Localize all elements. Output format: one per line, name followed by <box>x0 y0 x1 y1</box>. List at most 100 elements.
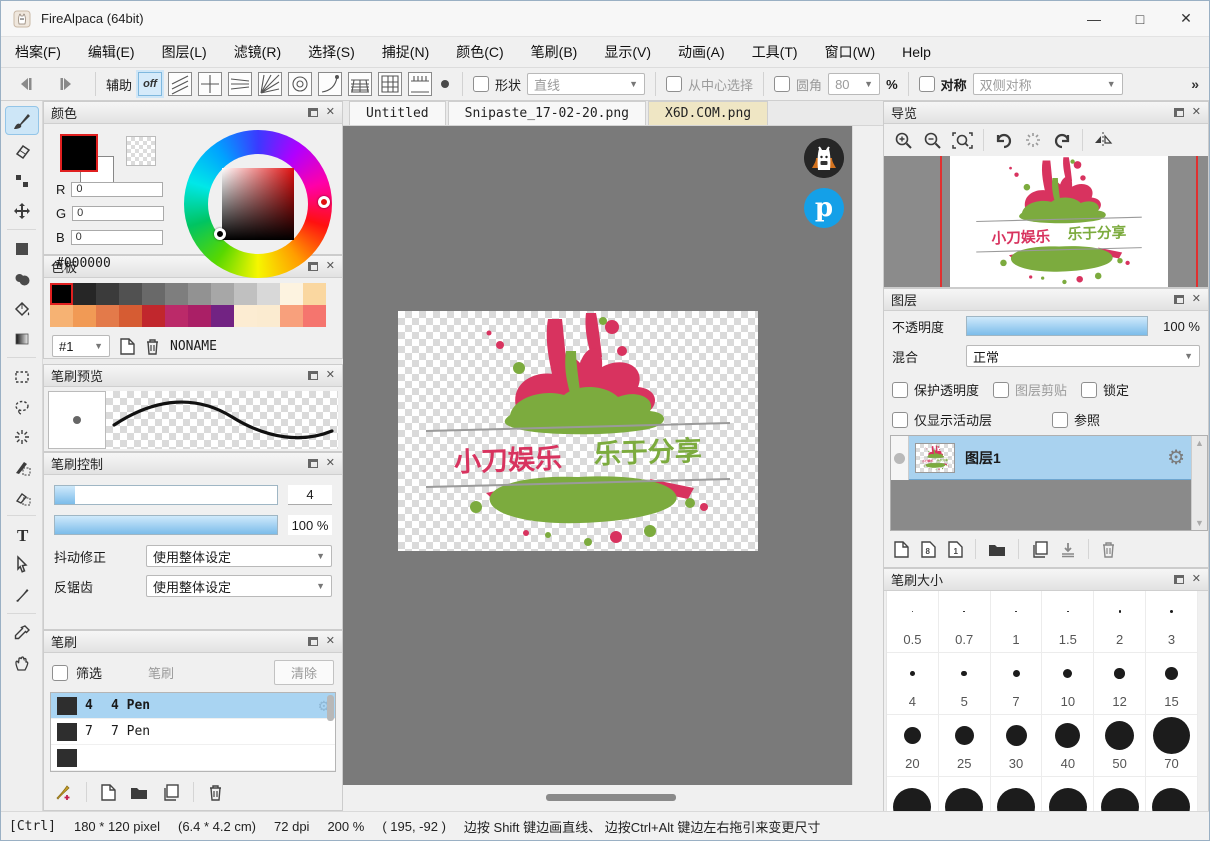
snap-vanishing-button[interactable] <box>258 72 282 96</box>
brush-row[interactable]: 77 Pen <box>51 719 335 745</box>
navigator-thumbnail[interactable] <box>884 156 1208 287</box>
canvas-viewport[interactable]: p <box>343 126 852 785</box>
delete-palette-icon[interactable] <box>145 338 160 355</box>
palette-swatch[interactable] <box>257 305 280 327</box>
rotate-right-icon[interactable] <box>1052 131 1072 149</box>
brush-list-scroll-thumb[interactable] <box>327 695 334 721</box>
from-center-checkbox[interactable] <box>666 76 682 92</box>
rotate-left-icon[interactable] <box>994 131 1014 149</box>
clipping-checkbox[interactable] <box>993 382 1009 398</box>
menu-item-10[interactable]: 工具(T) <box>752 42 798 62</box>
snap-concentric-button[interactable] <box>288 72 312 96</box>
shape-select[interactable]: 直线▼ <box>527 73 645 95</box>
palette-swatch[interactable] <box>165 305 188 327</box>
palette-swatch[interactable] <box>96 305 119 327</box>
snap-perspective-grid-button[interactable] <box>348 72 372 96</box>
canvas-image[interactable] <box>398 311 758 551</box>
brush-size-cell[interactable]: 4 <box>887 653 939 715</box>
color-wheel[interactable] <box>184 130 332 278</box>
brush-size-cell[interactable]: 15 <box>1146 653 1198 715</box>
float-panel-icon[interactable] <box>1174 108 1184 117</box>
brush-size-cell[interactable]: 5 <box>939 653 991 715</box>
layer-opacity-slider[interactable] <box>966 316 1148 336</box>
tool-bucket[interactable] <box>5 294 39 323</box>
snap-cross-button[interactable] <box>198 72 222 96</box>
palette-swatch[interactable] <box>257 283 280 305</box>
tool-eraser[interactable] <box>5 136 39 165</box>
palette-swatch[interactable] <box>303 305 326 327</box>
add-brush-icon[interactable] <box>54 783 72 801</box>
clear-filter-button[interactable]: 清除 <box>274 660 334 685</box>
tool-brush[interactable] <box>5 106 39 135</box>
tool-magic-wand[interactable] <box>5 422 39 451</box>
close-panel-icon[interactable]: ✕ <box>1192 294 1201 305</box>
flip-horizontal-icon[interactable] <box>1093 131 1113 149</box>
brush-opacity-slider[interactable] <box>54 515 278 535</box>
brush-size-cell[interactable]: 1 <box>991 591 1043 653</box>
alpaca-badge-icon[interactable] <box>804 138 844 178</box>
palette-swatch[interactable] <box>50 283 73 305</box>
snap-curve-button[interactable] <box>318 72 342 96</box>
add-8bit-layer-icon[interactable]: 8 <box>921 541 936 558</box>
palette-swatch[interactable] <box>188 283 211 305</box>
brush-size-cell[interactable]: 7 <box>991 653 1043 715</box>
tool-operation[interactable] <box>5 550 39 579</box>
brush-size-cell[interactable]: 12 <box>1094 653 1146 715</box>
palette-swatch[interactable] <box>73 305 96 327</box>
tool-select-rect[interactable] <box>5 362 39 391</box>
brush-size-cell[interactable]: 3 <box>1146 591 1198 653</box>
palette-swatch[interactable] <box>142 305 165 327</box>
round-corner-value[interactable]: 80▼ <box>828 73 880 95</box>
layer-name[interactable]: 图层1 <box>965 448 1157 468</box>
brush-size-value[interactable]: 4 <box>288 485 332 505</box>
brush-size-cell[interactable]: 70 <box>1146 715 1198 777</box>
delete-layer-icon[interactable] <box>1101 541 1116 558</box>
brush-size-cell[interactable]: 1.5 <box>1042 591 1094 653</box>
symmetry-select[interactable]: 双侧对称▼ <box>973 73 1123 95</box>
brush-size-cell[interactable]: 0.5 <box>887 591 939 653</box>
brush-size-cell[interactable]: 0.7 <box>939 591 991 653</box>
close-panel-icon[interactable]: ✕ <box>326 458 335 469</box>
document-tab[interactable]: Snipaste_17-02-20.png <box>448 101 646 125</box>
duplicate-layer-icon[interactable] <box>1031 541 1048 558</box>
layer-row[interactable]: 图层1 ⚙ <box>909 436 1191 480</box>
close-panel-icon[interactable]: ✕ <box>1192 107 1201 118</box>
palette-swatch[interactable] <box>211 283 234 305</box>
palette-swatch[interactable] <box>119 305 142 327</box>
shape-checkbox[interactable] <box>473 76 489 92</box>
snap-top-grid-button[interactable] <box>408 72 432 96</box>
float-panel-icon[interactable] <box>308 371 318 380</box>
palette-slot-select[interactable]: #1▼ <box>52 335 110 357</box>
close-button[interactable]: ✕ <box>1163 1 1209 37</box>
palette-swatch[interactable] <box>303 283 326 305</box>
menu-item-11[interactable]: 窗口(W) <box>825 42 876 62</box>
tool-select-pen[interactable] <box>5 452 39 481</box>
foreground-color-swatch[interactable] <box>60 134 98 172</box>
menu-item-3[interactable]: 滤镜(R) <box>234 42 281 62</box>
tool-curve-pen[interactable] <box>5 580 39 609</box>
active-only-checkbox[interactable] <box>892 412 908 428</box>
menu-item-9[interactable]: 动画(A) <box>678 42 725 62</box>
reference-checkbox[interactable] <box>1052 412 1068 428</box>
menu-item-8[interactable]: 显示(V) <box>604 42 651 62</box>
zoom-out-icon[interactable] <box>923 131 942 150</box>
document-tab[interactable]: Untitled <box>349 101 446 125</box>
brush-size-cell[interactable]: 25 <box>939 715 991 777</box>
brush-filter-checkbox[interactable] <box>52 665 68 681</box>
palette-swatch[interactable] <box>119 283 142 305</box>
toolbar-overflow-button[interactable]: » <box>1191 76 1203 92</box>
lock-checkbox[interactable] <box>1081 382 1097 398</box>
palette-swatch[interactable] <box>188 305 211 327</box>
hue-marker[interactable] <box>318 196 330 208</box>
sv-marker[interactable] <box>214 228 226 240</box>
brush-folder-icon[interactable] <box>130 785 148 800</box>
float-panel-icon[interactable] <box>308 459 318 468</box>
palette-swatch[interactable] <box>142 283 165 305</box>
palette-swatch[interactable] <box>50 305 73 327</box>
symmetry-checkbox[interactable] <box>919 76 935 92</box>
tool-select-eraser[interactable] <box>5 482 39 511</box>
antialias-select[interactable]: 使用整体设定▼ <box>146 575 332 597</box>
palette-swatch[interactable] <box>96 283 119 305</box>
menu-item-5[interactable]: 捕捉(N) <box>382 42 429 62</box>
layer-visibility-toggle[interactable] <box>891 436 909 480</box>
